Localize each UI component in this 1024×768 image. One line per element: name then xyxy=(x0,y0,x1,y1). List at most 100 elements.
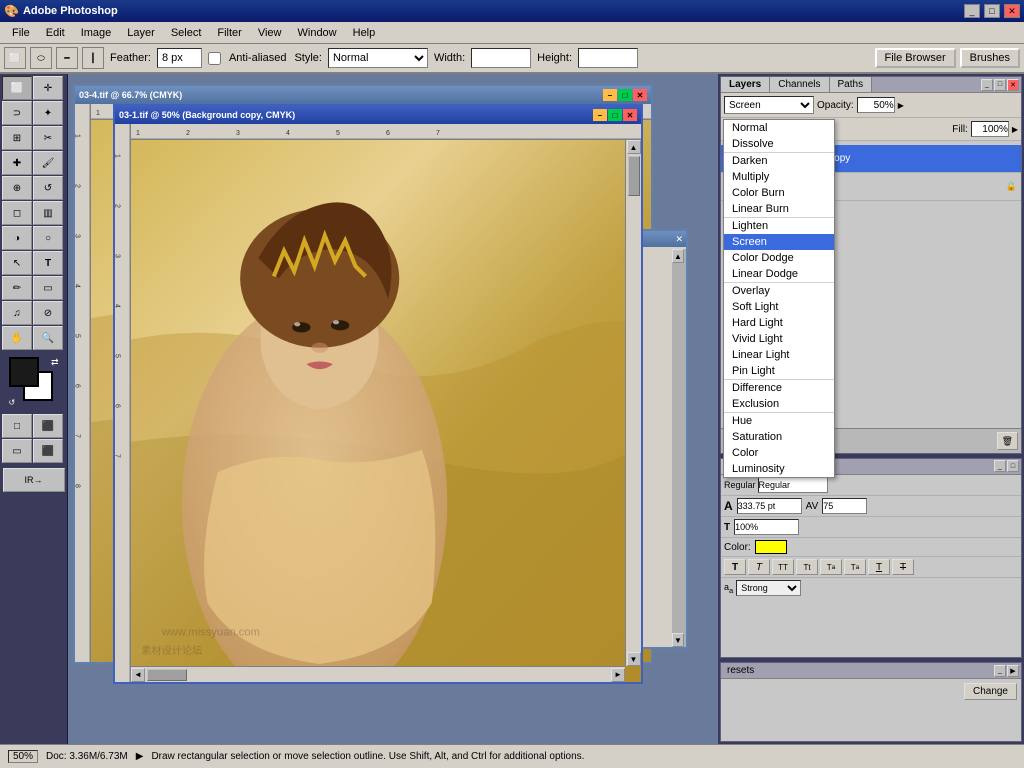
bm-colorburn[interactable]: Color Burn xyxy=(724,185,834,201)
maximize-button[interactable]: □ xyxy=(984,4,1000,18)
underline-btn[interactable]: T xyxy=(868,559,890,575)
brushes-button[interactable]: Brushes xyxy=(960,48,1020,68)
hscroll-right[interactable]: ► xyxy=(611,668,625,682)
bm-softlight[interactable]: Soft Light xyxy=(724,299,834,315)
panel-restore-btn[interactable]: □ xyxy=(994,79,1006,91)
bm-multiply[interactable]: Multiply xyxy=(724,169,834,185)
quick-mask-btn[interactable]: ⬛ xyxy=(33,414,63,438)
tool-slice[interactable]: ✂ xyxy=(33,126,63,150)
bm-difference[interactable]: Difference xyxy=(724,380,834,396)
menu-layer[interactable]: Layer xyxy=(119,25,163,41)
jump-to-imageready-btn[interactable]: IR→ xyxy=(3,468,65,492)
bm-normal[interactable]: Normal xyxy=(724,120,834,136)
bm-darken[interactable]: Darken xyxy=(724,153,834,169)
bold-btn[interactable]: T xyxy=(724,559,746,575)
tool-eyedropper[interactable]: ⊘ xyxy=(33,301,63,325)
tool-path[interactable]: ↖ xyxy=(2,251,32,275)
tool-brush[interactable]: 🖌 xyxy=(33,151,63,175)
antialias-select[interactable]: Strong Smooth Crisp Sharp None xyxy=(736,580,801,596)
menu-file[interactable]: File xyxy=(4,25,38,41)
bm-lineardodge[interactable]: Linear Dodge xyxy=(724,266,834,282)
tool-hand[interactable]: ✋ xyxy=(2,326,32,350)
opacity-arrow[interactable]: ▶ xyxy=(898,101,904,110)
superscript-btn[interactable]: Ta xyxy=(820,559,842,575)
marquee-row-btn[interactable]: ━ xyxy=(56,47,78,69)
strikethrough-btn[interactable]: T xyxy=(892,559,914,575)
bm-hue[interactable]: Hue xyxy=(724,413,834,429)
status-arrow[interactable]: ▶ xyxy=(136,751,144,762)
bm-saturation[interactable]: Saturation xyxy=(724,429,834,445)
menu-view[interactable]: View xyxy=(250,25,290,41)
style-select[interactable]: Normal Fixed Aspect Ratio Fixed Size xyxy=(328,48,428,68)
styles-tab[interactable]: resets xyxy=(721,663,760,678)
image-window-1-minimize[interactable]: – xyxy=(603,89,617,101)
bm-overlay[interactable]: Overlay xyxy=(724,283,834,299)
close-button[interactable]: ✕ xyxy=(1004,4,1020,18)
bm-hardlight[interactable]: Hard Light xyxy=(724,315,834,331)
bm-linearburn[interactable]: Linear Burn xyxy=(724,201,834,217)
image-window-2-titlebar[interactable]: 03-1.tif @ 50% (Background copy, CMYK) –… xyxy=(115,106,641,124)
tool-shape[interactable]: ▭ xyxy=(33,276,63,300)
vscroll-thumb[interactable] xyxy=(628,156,640,196)
image-window-1-titlebar[interactable]: 03-4.tif @ 66.7% (CMYK) – □ ✕ xyxy=(75,86,651,104)
tool-gradient[interactable]: ▥ xyxy=(33,201,63,225)
file-browser-button[interactable]: File Browser xyxy=(875,48,956,68)
height-input[interactable] xyxy=(578,48,638,68)
width-input[interactable] xyxy=(471,48,531,68)
tool-marquee[interactable]: ⬜ xyxy=(2,76,32,100)
tool-pen[interactable]: ✏ xyxy=(2,276,32,300)
tab-channels[interactable]: Channels xyxy=(770,77,829,92)
marquee-ellipse-btn[interactable]: ⬭ xyxy=(30,47,52,69)
leading-input[interactable] xyxy=(822,498,867,514)
font-size-input[interactable] xyxy=(737,498,802,514)
bm-colordodge[interactable]: Color Dodge xyxy=(724,250,834,266)
subscript-btn[interactable]: Ta xyxy=(844,559,866,575)
bm-lighten[interactable]: Lighten xyxy=(724,218,834,234)
font-style-input[interactable] xyxy=(758,477,828,493)
tool-magic-wand[interactable]: ✦ xyxy=(33,101,63,125)
tab-layers[interactable]: Layers xyxy=(721,77,770,92)
image-window-2-maximize[interactable]: □ xyxy=(608,109,622,121)
tool-type[interactable]: T xyxy=(33,251,63,275)
tool-healing[interactable]: ✚ xyxy=(2,151,32,175)
vscroll-up[interactable]: ▲ xyxy=(627,140,641,154)
menu-select[interactable]: Select xyxy=(163,25,210,41)
marquee-col-btn[interactable]: ┃ xyxy=(82,47,104,69)
tool-notes[interactable]: ♫ xyxy=(2,301,32,325)
panel-close-btn[interactable]: ✕ xyxy=(1007,79,1019,91)
opacity-input[interactable] xyxy=(857,97,895,113)
feather-input[interactable] xyxy=(157,48,202,68)
panel-minimize-btn[interactable]: _ xyxy=(981,79,993,91)
blend-mode-select[interactable]: Screen Normal Multiply xyxy=(724,96,814,114)
foreground-color-swatch[interactable] xyxy=(9,357,39,387)
change-btn[interactable]: Change xyxy=(964,683,1017,700)
tracking-input[interactable] xyxy=(734,519,799,535)
marquee-rect-btn[interactable]: ⬜ xyxy=(4,47,26,69)
standard-mode-btn[interactable]: □ xyxy=(2,414,32,438)
tool-eraser[interactable]: ◻ xyxy=(2,201,32,225)
bm-dissolve[interactable]: Dissolve xyxy=(724,136,834,152)
char-panel-restore[interactable]: □ xyxy=(1007,460,1019,472)
image-window-2-minimize[interactable]: – xyxy=(593,109,607,121)
bm-vividlight[interactable]: Vivid Light xyxy=(724,331,834,347)
tool-lasso[interactable]: ⊃ xyxy=(2,101,32,125)
tool-dodge[interactable]: ○ xyxy=(33,226,63,250)
styles-menu[interactable]: ▶ xyxy=(1007,665,1019,677)
italic-btn[interactable]: T xyxy=(748,559,770,575)
menu-image[interactable]: Image xyxy=(73,25,120,41)
styles-minimize[interactable]: _ xyxy=(994,665,1006,677)
char-panel-minimize[interactable]: _ xyxy=(994,460,1006,472)
delete-layer-btn[interactable]: 🗑 xyxy=(997,432,1018,450)
image-window-2-close[interactable]: ✕ xyxy=(623,109,637,121)
allcaps-btn[interactable]: TT xyxy=(772,559,794,575)
bm-screen[interactable]: Screen xyxy=(724,234,834,250)
bm-color[interactable]: Color xyxy=(724,445,834,461)
fill-input[interactable] xyxy=(971,121,1009,137)
menu-help[interactable]: Help xyxy=(345,25,384,41)
minimize-button[interactable]: _ xyxy=(964,4,980,18)
fill-arrow[interactable]: ▶ xyxy=(1012,125,1018,134)
default-colors-icon[interactable]: ↺ xyxy=(9,398,16,407)
menu-filter[interactable]: Filter xyxy=(209,25,249,41)
tool-blur[interactable]: ◑ xyxy=(2,226,32,250)
standard-screen-btn[interactable]: ▭ xyxy=(2,439,32,463)
